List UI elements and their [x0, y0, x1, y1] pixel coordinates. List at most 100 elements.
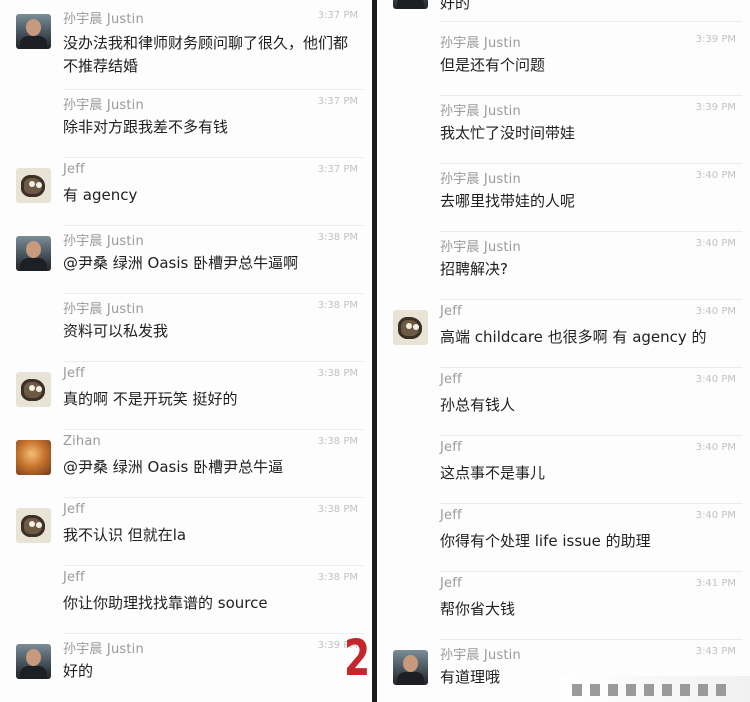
- message-item[interactable]: Jeff 3:38 PM 真的啊 不是开玩笑 挺好的: [0, 362, 372, 430]
- message-item[interactable]: 好的: [377, 0, 750, 22]
- message-time: 3:41 PM: [695, 578, 736, 589]
- watermark-mark: [608, 684, 618, 696]
- message-sender: 孙宇晨 Justin: [440, 36, 521, 51]
- justin-avatar-icon[interactable]: [16, 14, 51, 49]
- message-item[interactable]: 孙宇晨 Justin 3:40 PM 去哪里找带娃的人呢: [377, 164, 750, 232]
- message-text: 你让你助理找找靠谱的 source: [63, 594, 268, 612]
- message-text: 去哪里找带娃的人呢: [440, 192, 576, 210]
- message-sender: Jeff: [63, 502, 85, 517]
- justin-avatar-icon[interactable]: [16, 236, 51, 271]
- message-item[interactable]: 孙宇晨 Justin 3:37 PM 除非对方跟我差不多有钱: [0, 90, 372, 158]
- message-text: 好的: [63, 662, 94, 680]
- message-sender: 孙宇晨 Justin: [63, 642, 144, 657]
- message-item[interactable]: Jeff 3:38 PM 你让你助理找找靠谱的 source: [0, 566, 372, 634]
- message-text: 这点事不是事儿: [440, 464, 546, 482]
- message-item[interactable]: Jeff 3:40 PM 这点事不是事儿: [377, 436, 750, 504]
- watermark-mark: [680, 684, 690, 696]
- message-text: 资料可以私发我: [63, 322, 169, 340]
- watermark: [560, 676, 750, 702]
- message-text: 你得有个处理 life issue 的助理: [440, 532, 651, 550]
- message-time: 3:40 PM: [695, 442, 736, 453]
- message-sender: Jeff: [440, 508, 462, 523]
- message-sender: 孙宇晨 Justin: [63, 302, 144, 317]
- message-sender: 孙宇晨 Justin: [440, 240, 521, 255]
- message-time: 3:38 PM: [317, 572, 358, 583]
- message-sender: 孙宇晨 Justin: [440, 104, 521, 119]
- message-item[interactable]: Jeff 3:40 PM 孙总有钱人: [377, 368, 750, 436]
- message-time: 3:39 PM: [695, 102, 736, 113]
- justin-avatar-icon[interactable]: [16, 644, 51, 679]
- message-text: 招聘解决?: [440, 260, 508, 278]
- message-time: 3:38 PM: [317, 436, 358, 447]
- watermark-mark: [662, 684, 672, 696]
- message-item[interactable]: 孙宇晨 Justin 3:39 PM 但是还有个问题: [377, 28, 750, 96]
- message-item[interactable]: 孙宇晨 Justin 3:38 PM @尹桑 绿洲 Oasis 卧槽尹总牛逼啊: [0, 226, 372, 294]
- message-text: 高端 childcare 也很多啊 有 agency 的: [440, 328, 707, 346]
- message-text: @尹桑 绿洲 Oasis 卧槽尹总牛逼啊: [63, 254, 299, 272]
- watermark-mark: [698, 684, 708, 696]
- message-time: 3:37 PM: [317, 96, 358, 107]
- justin-avatar-icon[interactable]: [393, 0, 428, 9]
- message-text: 真的啊 不是开玩笑 挺好的: [63, 390, 238, 408]
- justin-avatar-icon[interactable]: [393, 650, 428, 685]
- message-time: 3:40 PM: [695, 510, 736, 521]
- message-divider: [440, 21, 742, 22]
- message-sender: Jeff: [63, 162, 85, 177]
- message-item[interactable]: Jeff 3:37 PM 有 agency: [0, 158, 372, 226]
- page-number: 2: [344, 629, 371, 687]
- message-item[interactable]: Zihan 3:38 PM @尹桑 绿洲 Oasis 卧槽尹总牛逼: [0, 430, 372, 498]
- message-time: 3:39 PM: [695, 34, 736, 45]
- message-item[interactable]: 孙宇晨 Justin 3:38 PM 资料可以私发我: [0, 294, 372, 362]
- zihan-avatar-icon[interactable]: [16, 440, 51, 475]
- message-time: 3:40 PM: [695, 374, 736, 385]
- message-item[interactable]: Jeff 3:41 PM 帮你省大钱: [377, 572, 750, 640]
- jeff-avatar-icon[interactable]: [393, 310, 428, 345]
- jeff-avatar-icon[interactable]: [16, 508, 51, 543]
- chat-panel-left: 孙宇晨 Justin 3:37 PM 没办法我和律师财务顾问聊了很久，他们都不推…: [0, 0, 372, 702]
- message-time: 3:40 PM: [695, 170, 736, 181]
- message-sender: 孙宇晨 Justin: [440, 648, 521, 663]
- message-text: 孙总有钱人: [440, 396, 516, 414]
- message-text: 除非对方跟我差不多有钱: [63, 118, 229, 136]
- message-sender: Jeff: [440, 304, 462, 319]
- message-item[interactable]: 孙宇晨 Justin 3:39 PM 好的: [0, 634, 372, 702]
- message-sender: Jeff: [63, 570, 85, 585]
- message-sender: Jeff: [440, 440, 462, 455]
- message-time: 3:37 PM: [317, 164, 358, 175]
- message-time: 3:38 PM: [317, 232, 358, 243]
- message-sender: Jeff: [440, 576, 462, 591]
- message-item[interactable]: Jeff 3:40 PM 高端 childcare 也很多啊 有 agency …: [377, 300, 750, 368]
- message-time: 3:40 PM: [695, 306, 736, 317]
- message-time: 3:40 PM: [695, 238, 736, 249]
- message-sender: Jeff: [63, 366, 85, 381]
- jeff-avatar-icon[interactable]: [16, 372, 51, 407]
- message-item[interactable]: Jeff 3:40 PM 你得有个处理 life issue 的助理: [377, 504, 750, 572]
- message-item[interactable]: 孙宇晨 Justin 3:37 PM 没办法我和律师财务顾问聊了很久，他们都不推…: [0, 4, 372, 90]
- message-item[interactable]: 孙宇晨 Justin 3:39 PM 我太忙了没时间带娃: [377, 96, 750, 164]
- message-time: 3:43 PM: [695, 646, 736, 657]
- message-sender: Jeff: [440, 372, 462, 387]
- message-text: 但是还有个问题: [440, 56, 546, 74]
- chat-panel-right: 好的 孙宇晨 Justin 3:39 PM 但是还有个问题 孙宇晨 Justin…: [377, 0, 750, 702]
- watermark-mark: [626, 684, 636, 696]
- message-item[interactable]: Jeff 3:38 PM 我不认识 但就在la: [0, 498, 372, 566]
- message-sender: 孙宇晨 Justin: [440, 172, 521, 187]
- message-sender: 孙宇晨 Justin: [63, 98, 144, 113]
- watermark-mark: [644, 684, 654, 696]
- message-time: 3:38 PM: [317, 504, 358, 515]
- watermark-mark: [590, 684, 600, 696]
- message-text: 我不认识 但就在la: [63, 526, 187, 544]
- watermark-mark: [572, 684, 582, 696]
- message-sender: 孙宇晨 Justin: [63, 234, 144, 249]
- message-text: @尹桑 绿洲 Oasis 卧槽尹总牛逼: [63, 458, 284, 476]
- message-time: 3:38 PM: [317, 368, 358, 379]
- jeff-avatar-icon[interactable]: [16, 168, 51, 203]
- message-text: 帮你省大钱: [440, 600, 516, 618]
- message-text: 我太忙了没时间带娃: [440, 124, 576, 142]
- watermark-mark: [716, 684, 726, 696]
- message-time: 3:37 PM: [317, 10, 358, 21]
- message-item[interactable]: 孙宇晨 Justin 3:40 PM 招聘解决?: [377, 232, 750, 300]
- message-sender: 孙宇晨 Justin: [63, 12, 144, 27]
- message-time: 3:38 PM: [317, 300, 358, 311]
- message-text: 好的: [440, 0, 471, 12]
